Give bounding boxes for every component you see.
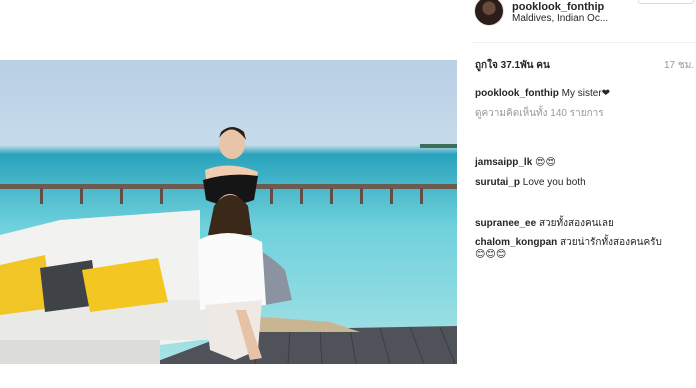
comment-username[interactable]: supranee_ee [475,218,536,229]
post-header: pooklook_fonthip Maldives, Indian Oc... [473,0,696,42]
comment-username[interactable]: jamsaipp_lk [475,157,532,168]
post-timestamp[interactable]: 17 ชม. [664,58,694,73]
comment-text: สวยทั้งสองคนเลย [538,218,614,229]
post-caption: pooklook_fonthip My sister❤ [475,88,610,99]
comment-item: chalom_kongpan สวยน่ารักทั้งสองคนครับ [475,235,662,250]
post-image[interactable] [0,60,457,364]
caption-username[interactable]: pooklook_fonthip [475,88,559,99]
comment-text: 😍😍 [535,157,556,168]
comment-text: Love you both [522,177,586,188]
header-divider [473,42,696,43]
comment-item: supranee_ee สวยทั้งสองคนเลย [475,216,614,231]
follow-button[interactable] [638,0,694,4]
comment-item: jamsaipp_lk 😍😍 [475,157,556,168]
comment-username[interactable]: chalom_kongpan [475,237,557,248]
caption-text: My sister❤ [561,88,611,99]
comment-item: surutai_p Love you both [475,177,586,188]
post-location[interactable]: Maldives, Indian Oc... [512,13,608,24]
likes-count[interactable]: ถูกใจ 37.1พัน คน [475,58,550,73]
comment-text: สวยน่ารักทั้งสองคนครับ [560,237,662,248]
beach-photo-illustration [0,127,457,364]
comment-text: 😊😊😊 [475,249,507,260]
view-all-comments-link[interactable]: ดูความคิดเห็นทั้ง 140 รายการ [475,106,604,121]
comment-continuation: 😊😊😊 [475,249,506,260]
avatar[interactable] [474,0,504,26]
comment-username[interactable]: surutai_p [475,177,520,188]
post-username[interactable]: pooklook_fonthip [512,1,604,13]
